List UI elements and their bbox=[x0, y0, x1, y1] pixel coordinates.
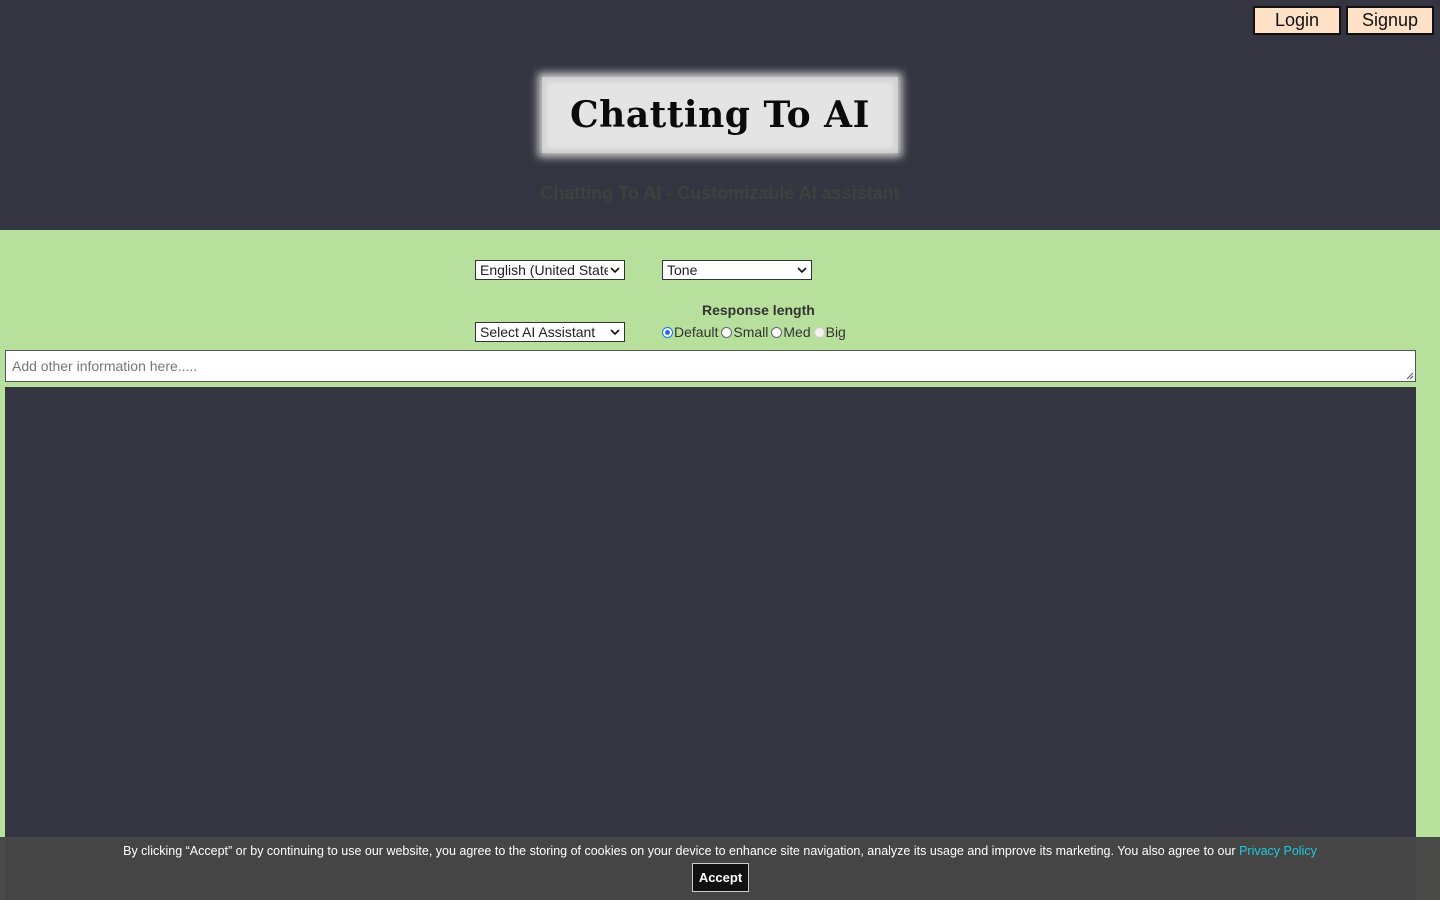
chevron-down-icon bbox=[610, 329, 620, 336]
radio-big-label: Big bbox=[825, 324, 846, 340]
cookie-banner-text: By clicking “Accept” or by continuing to… bbox=[0, 844, 1440, 858]
cookie-message: By clicking “Accept” or by continuing to… bbox=[123, 844, 1236, 858]
response-length-options: Default Small Med Big bbox=[662, 323, 849, 341]
radio-small[interactable] bbox=[721, 326, 733, 338]
other-info-input[interactable]: Add other information here..... bbox=[5, 350, 1416, 382]
privacy-policy-link[interactable]: Privacy Policy bbox=[1239, 844, 1317, 858]
response-length-title: Response length bbox=[702, 302, 815, 318]
cookie-banner: By clicking “Accept” or by continuing to… bbox=[0, 837, 1440, 900]
radio-big bbox=[813, 326, 825, 338]
resize-grip-icon[interactable] bbox=[1406, 372, 1414, 380]
site-header: Login Signup Chatting To AI Chatting To … bbox=[0, 0, 1440, 230]
tone-select-value: Tone bbox=[667, 262, 698, 278]
chevron-down-icon bbox=[610, 267, 620, 274]
chat-output-area[interactable] bbox=[5, 387, 1416, 900]
radio-default[interactable] bbox=[662, 326, 673, 338]
chevron-down-icon bbox=[797, 267, 807, 274]
accept-cookies-button[interactable]: Accept bbox=[692, 863, 749, 892]
site-logo: Chatting To AI bbox=[542, 77, 898, 153]
logo-text: Chatting To AI bbox=[570, 94, 870, 136]
auth-buttons: Login Signup bbox=[1253, 6, 1434, 35]
radio-med-label: Med bbox=[783, 324, 811, 340]
tone-select[interactable]: Tone bbox=[662, 260, 812, 280]
language-select[interactable]: English (United States) bbox=[475, 260, 625, 280]
assistant-select[interactable]: Select AI Assistant bbox=[475, 322, 625, 342]
site-tagline: Chatting To AI - Customizable AI assista… bbox=[540, 183, 900, 203]
other-info-placeholder: Add other information here..... bbox=[12, 358, 198, 374]
signup-button[interactable]: Signup bbox=[1346, 6, 1434, 35]
radio-small-label: Small bbox=[733, 324, 769, 340]
login-button[interactable]: Login bbox=[1253, 6, 1341, 35]
language-select-value: English (United States) bbox=[480, 262, 608, 278]
assistant-select-value: Select AI Assistant bbox=[480, 324, 596, 340]
radio-med[interactable] bbox=[771, 326, 783, 338]
radio-default-label: Default bbox=[674, 324, 719, 340]
